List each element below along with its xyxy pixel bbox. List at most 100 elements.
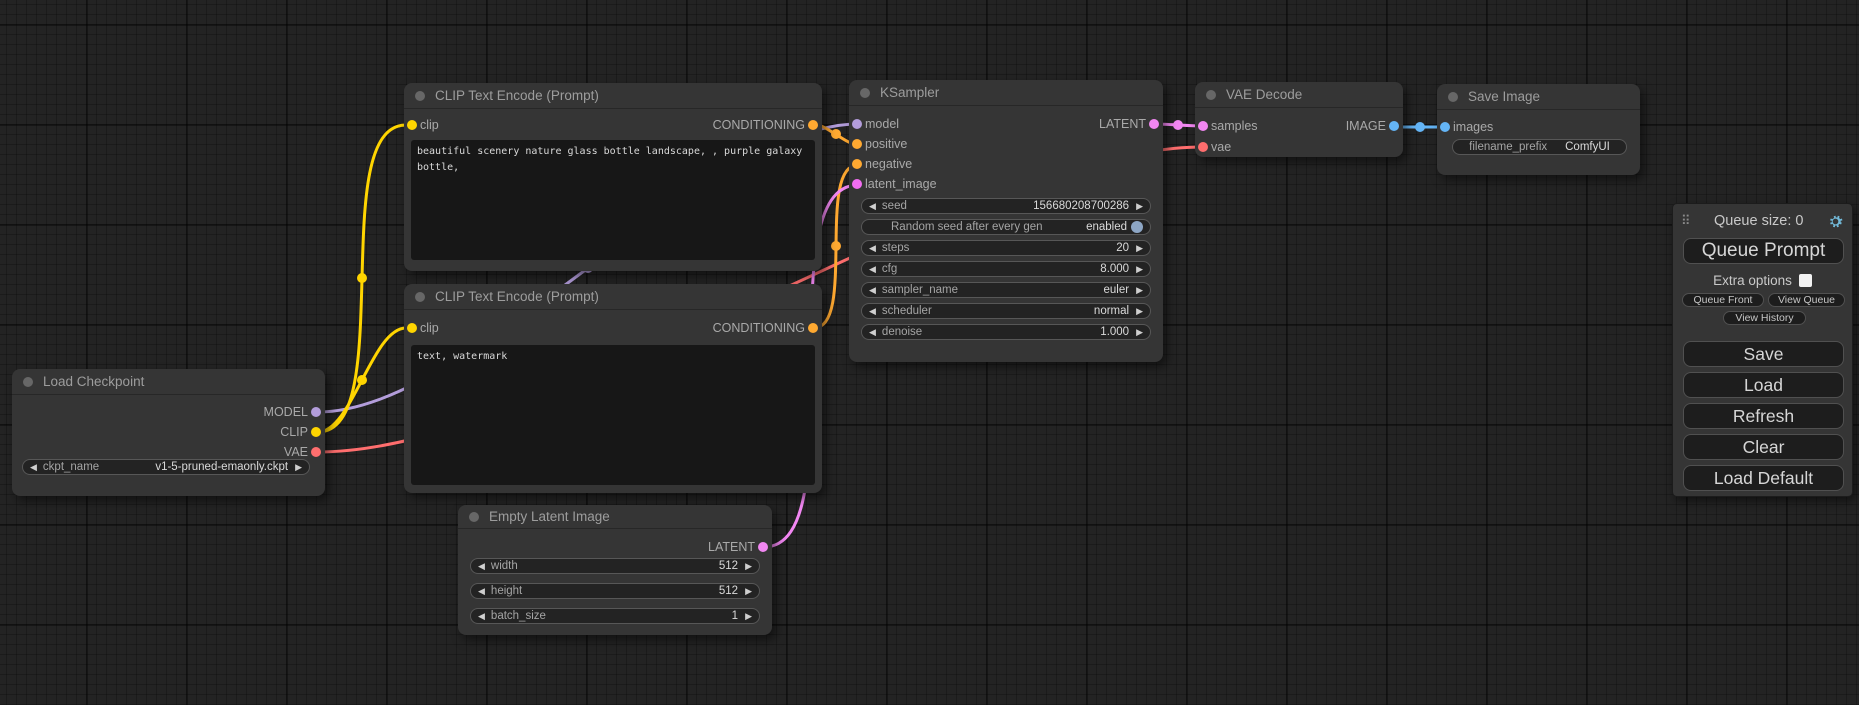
decrement-arrow-icon[interactable]: ◀ [478, 587, 485, 596]
increment-arrow-icon[interactable]: ▶ [1136, 286, 1143, 295]
increment-arrow-icon[interactable]: ▶ [1136, 328, 1143, 337]
port-image-output[interactable] [1389, 121, 1399, 131]
collapse-dot-icon[interactable] [1448, 92, 1458, 102]
node-canvas[interactable]: { "icons": { "left_arrow": "◀", "right_a… [0, 0, 1859, 705]
filename-prefix-widget[interactable]: filename_prefix ComfyUI [1452, 139, 1627, 155]
widget-value[interactable]: 156680208700286 [1033, 200, 1129, 212]
port-clip-output[interactable] [311, 427, 321, 437]
increment-arrow-icon[interactable]: ▶ [1136, 307, 1143, 316]
cfg-widget[interactable]: ◀ cfg 8.000 ▶ [861, 261, 1151, 277]
decrement-arrow-icon[interactable]: ◀ [30, 463, 37, 472]
widget-value[interactable]: 20 [1116, 242, 1129, 254]
node-vae-decode[interactable]: VAE Decode samples IMAGE vae [1195, 82, 1403, 157]
increment-arrow-icon[interactable]: ▶ [1136, 244, 1143, 253]
increment-arrow-icon[interactable]: ▶ [745, 562, 752, 571]
node-clip-text-encode-negative[interactable]: CLIP Text Encode (Prompt) clip CONDITION… [404, 284, 822, 493]
refresh-button[interactable]: Refresh [1683, 403, 1844, 429]
decrement-arrow-icon[interactable]: ◀ [869, 328, 876, 337]
denoise-widget[interactable]: ◀ denoise 1.000 ▶ [861, 324, 1151, 340]
clear-button[interactable]: Clear [1683, 434, 1844, 460]
port-images-input[interactable] [1440, 122, 1450, 132]
load-button[interactable]: Load [1683, 372, 1844, 398]
port-conditioning-output[interactable] [808, 120, 818, 130]
prompt-text-input[interactable]: text, watermark [411, 345, 815, 485]
collapse-dot-icon[interactable] [415, 91, 425, 101]
width-widget[interactable]: ◀ width 512 ▶ [470, 558, 760, 574]
decrement-arrow-icon[interactable]: ◀ [869, 286, 876, 295]
node-title-bar[interactable]: Load Checkpoint [12, 369, 325, 395]
view-queue-button[interactable]: View Queue [1768, 293, 1845, 307]
port-model-output[interactable] [311, 407, 321, 417]
widget-value[interactable]: normal [1094, 305, 1129, 317]
collapse-dot-icon[interactable] [860, 88, 870, 98]
port-model-input[interactable] [852, 119, 862, 129]
increment-arrow-icon[interactable]: ▶ [295, 463, 302, 472]
node-save-image[interactable]: Save Image images filename_prefix ComfyU… [1437, 84, 1640, 175]
port-negative-input[interactable] [852, 159, 862, 169]
node-title-bar[interactable]: VAE Decode [1195, 82, 1403, 108]
load-default-button[interactable]: Load Default [1683, 465, 1844, 491]
port-positive-input[interactable] [852, 139, 862, 149]
widget-value[interactable]: euler [1104, 284, 1130, 296]
node-ksampler[interactable]: KSampler model LATENT positive negative … [849, 80, 1163, 362]
decrement-arrow-icon[interactable]: ◀ [478, 562, 485, 571]
toggle-knob-icon[interactable] [1131, 221, 1143, 233]
node-empty-latent-image[interactable]: Empty Latent Image LATENT ◀ width 512 ▶ … [458, 505, 772, 635]
increment-arrow-icon[interactable]: ▶ [1136, 202, 1143, 211]
increment-arrow-icon[interactable]: ▶ [745, 612, 752, 621]
height-widget[interactable]: ◀ height 512 ▶ [470, 583, 760, 599]
node-title-bar[interactable]: CLIP Text Encode (Prompt) [404, 284, 822, 310]
collapse-dot-icon[interactable] [469, 512, 479, 522]
ckpt-name-widget[interactable]: ◀ ckpt_name v1-5-pruned-emaonly.ckpt ▶ [22, 459, 310, 475]
queue-front-button[interactable]: Queue Front [1682, 293, 1764, 307]
widget-value[interactable]: ComfyUI [1565, 141, 1610, 153]
node-load-checkpoint[interactable]: Load Checkpoint MODEL CLIP VAE ◀ ckpt_na… [12, 369, 325, 496]
node-title-bar[interactable]: Empty Latent Image [458, 505, 772, 529]
port-samples-input[interactable] [1198, 121, 1208, 131]
port-latent-output[interactable] [1149, 119, 1159, 129]
port-vae-output[interactable] [311, 447, 321, 457]
widget-value[interactable]: 512 [719, 585, 738, 597]
decrement-arrow-icon[interactable]: ◀ [869, 244, 876, 253]
increment-arrow-icon[interactable]: ▶ [745, 587, 752, 596]
widget-value[interactable]: v1-5-pruned-emaonly.ckpt [155, 461, 288, 473]
steps-widget[interactable]: ◀ steps 20 ▶ [861, 240, 1151, 256]
collapse-dot-icon[interactable] [415, 292, 425, 302]
scheduler-widget[interactable]: ◀ scheduler normal ▶ [861, 303, 1151, 319]
increment-arrow-icon[interactable]: ▶ [1136, 265, 1143, 274]
random-seed-toggle[interactable]: Random seed after every gen enabled [861, 219, 1151, 235]
node-title-bar[interactable]: CLIP Text Encode (Prompt) [404, 83, 822, 109]
prompt-text-input[interactable]: beautiful scenery nature glass bottle la… [411, 140, 815, 260]
view-history-button[interactable]: View History [1723, 311, 1806, 325]
extra-options-checkbox[interactable] [1799, 274, 1812, 287]
port-vae-input[interactable] [1198, 142, 1208, 152]
decrement-arrow-icon[interactable]: ◀ [869, 265, 876, 274]
sampler-name-widget[interactable]: ◀ sampler_name euler ▶ [861, 282, 1151, 298]
seed-widget[interactable]: ◀ seed 156680208700286 ▶ [861, 198, 1151, 214]
widget-value[interactable]: 8.000 [1100, 263, 1129, 275]
port-latent-image-input[interactable] [852, 179, 862, 189]
widget-label: seed [882, 200, 907, 212]
batch-size-widget[interactable]: ◀ batch_size 1 ▶ [470, 608, 760, 624]
collapse-dot-icon[interactable] [1206, 90, 1216, 100]
decrement-arrow-icon[interactable]: ◀ [478, 612, 485, 621]
input-model: model [865, 116, 899, 132]
drag-handle-icon[interactable]: ⠿ [1681, 213, 1691, 229]
node-title: KSampler [880, 85, 939, 100]
queue-prompt-button[interactable]: Queue Prompt [1683, 238, 1844, 264]
node-title-bar[interactable]: Save Image [1437, 84, 1640, 110]
settings-gear-icon[interactable] [1827, 213, 1844, 230]
decrement-arrow-icon[interactable]: ◀ [869, 307, 876, 316]
collapse-dot-icon[interactable] [23, 377, 33, 387]
port-latent-output[interactable] [758, 542, 768, 552]
port-clip-input[interactable] [407, 120, 417, 130]
widget-value[interactable]: 1 [732, 610, 738, 622]
widget-value[interactable]: 1.000 [1100, 326, 1129, 338]
widget-value[interactable]: 512 [719, 560, 738, 572]
port-clip-input[interactable] [407, 323, 417, 333]
port-conditioning-output[interactable] [808, 323, 818, 333]
save-button[interactable]: Save [1683, 341, 1844, 367]
decrement-arrow-icon[interactable]: ◀ [869, 202, 876, 211]
node-clip-text-encode-positive[interactable]: CLIP Text Encode (Prompt) clip CONDITION… [404, 83, 822, 271]
node-title-bar[interactable]: KSampler [849, 80, 1163, 106]
